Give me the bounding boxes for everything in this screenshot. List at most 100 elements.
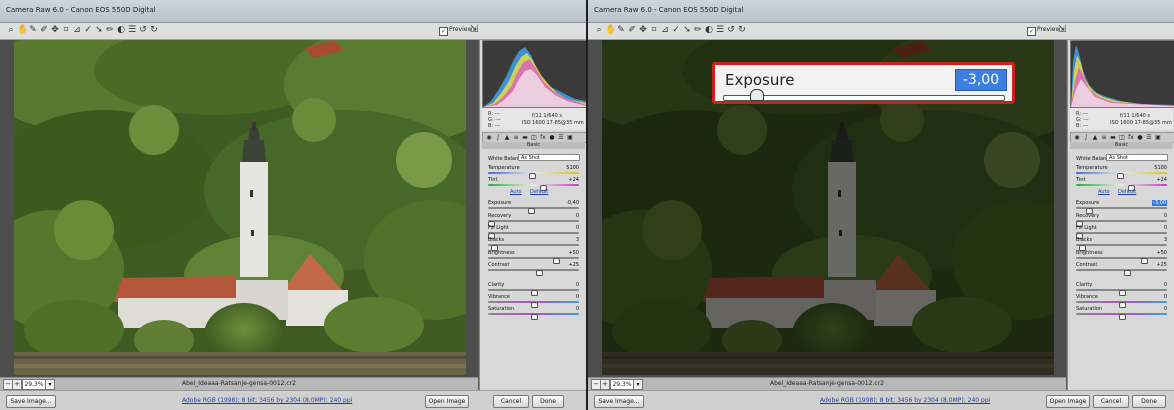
detail-tab-icon[interactable]: ▲ bbox=[1091, 134, 1099, 141]
slider-value-fill-light[interactable]: 0 bbox=[576, 225, 579, 231]
slider-thumb-contrast[interactable] bbox=[536, 270, 543, 276]
slider-thumb-clarity[interactable] bbox=[1119, 290, 1126, 296]
workflow-options-link[interactable]: Adobe RGB (1998); 8 bit; 3456 by 2304 (8… bbox=[182, 397, 352, 404]
white-balance-tool-icon[interactable]: ✎ bbox=[616, 25, 626, 36]
slider-value-clarity[interactable]: 0 bbox=[1164, 282, 1167, 288]
done-button[interactable]: Done bbox=[1132, 395, 1166, 408]
adjustment-brush-icon[interactable]: ✏ bbox=[105, 25, 115, 36]
spot-removal-icon[interactable]: ✓ bbox=[83, 25, 93, 36]
slider-value-brightness[interactable]: +50 bbox=[1156, 250, 1167, 256]
slider-value-vibrance[interactable]: 0 bbox=[1164, 294, 1167, 300]
straighten-tool-icon[interactable]: ⊿ bbox=[72, 25, 82, 36]
cancel-button[interactable]: Cancel bbox=[493, 395, 529, 408]
slider-value-tint[interactable]: +24 bbox=[568, 177, 579, 183]
slider-thumb-clarity[interactable] bbox=[531, 290, 538, 296]
adjustment-brush-icon[interactable]: ✏ bbox=[693, 25, 703, 36]
slider-value-fill-light[interactable]: 0 bbox=[1164, 225, 1167, 231]
open-image-button[interactable]: Open Image bbox=[425, 395, 469, 408]
targeted-adjustment-icon[interactable]: ✥ bbox=[50, 25, 60, 36]
cancel-button[interactable]: Cancel bbox=[1093, 395, 1129, 408]
snapshots-tab-icon[interactable]: ▣ bbox=[1154, 134, 1162, 141]
preview-checkbox[interactable]: ✓ bbox=[439, 27, 448, 36]
color-sampler-icon[interactable]: ✐ bbox=[39, 25, 49, 36]
white-balance-select[interactable]: As Shot bbox=[518, 154, 580, 161]
slider-value-tint[interactable]: +24 bbox=[1156, 177, 1167, 183]
red-eye-icon[interactable]: ➘ bbox=[682, 25, 692, 36]
camera-calibration-tab-icon[interactable]: ● bbox=[1136, 134, 1144, 141]
slider-track-recovery[interactable] bbox=[1076, 220, 1167, 222]
rotate-right-icon[interactable]: ↻ bbox=[737, 25, 747, 36]
crop-tool-icon[interactable]: ⌗ bbox=[61, 25, 71, 36]
slider-thumb-exposure[interactable] bbox=[528, 208, 535, 214]
slider-value-blacks[interactable]: 3 bbox=[576, 237, 579, 243]
slider-value-saturation[interactable]: 0 bbox=[576, 306, 579, 312]
slider-thumb-brightness[interactable] bbox=[1141, 258, 1148, 264]
targeted-adjustment-icon[interactable]: ✥ bbox=[638, 25, 648, 36]
open-image-button[interactable]: Open Image bbox=[1046, 395, 1090, 408]
auto-link[interactable]: Auto bbox=[510, 189, 522, 195]
effects-tab-icon[interactable]: fx bbox=[539, 134, 547, 141]
slider-track-fill-light[interactable] bbox=[488, 232, 579, 234]
slider-track-recovery[interactable] bbox=[488, 220, 579, 222]
tone-curve-tab-icon[interactable]: ∫ bbox=[1082, 134, 1090, 141]
slider-value-recovery[interactable]: 0 bbox=[576, 213, 579, 219]
auto-link[interactable]: Auto bbox=[1098, 189, 1110, 195]
slider-thumb-saturation[interactable] bbox=[531, 314, 538, 320]
camera-calibration-tab-icon[interactable]: ● bbox=[548, 134, 556, 141]
slider-track-blacks[interactable] bbox=[1076, 244, 1167, 246]
slider-value-contrast[interactable]: +25 bbox=[568, 262, 579, 268]
slider-track-contrast[interactable] bbox=[1076, 269, 1167, 271]
effects-tab-icon[interactable]: fx bbox=[1127, 134, 1135, 141]
lens-corrections-tab-icon[interactable]: ◫ bbox=[1118, 134, 1126, 141]
slider-value-brightness[interactable]: +50 bbox=[568, 250, 579, 256]
image-canvas[interactable] bbox=[0, 40, 478, 377]
tone-curve-tab-icon[interactable]: ∫ bbox=[494, 134, 502, 141]
basic-tab-icon[interactable]: ◉ bbox=[485, 134, 493, 141]
exposure-slider-track[interactable] bbox=[723, 95, 1005, 101]
slider-track-tint[interactable] bbox=[1076, 184, 1167, 186]
hand-tool-icon[interactable]: ✋ bbox=[17, 25, 28, 36]
hsl-tab-icon[interactable]: ≡ bbox=[1100, 134, 1108, 141]
default-link[interactable]: Default bbox=[1118, 189, 1136, 195]
fullscreen-icon[interactable]: ⇲ bbox=[1056, 24, 1068, 36]
slider-track-blacks[interactable] bbox=[488, 244, 579, 246]
slider-thumb-temperature[interactable] bbox=[529, 173, 536, 179]
workflow-options-link[interactable]: Adobe RGB (1998); 8 bit; 3456 by 2304 (8… bbox=[820, 397, 990, 404]
slider-thumb-vibrance[interactable] bbox=[531, 302, 538, 308]
slider-value-temperature[interactable]: 5100 bbox=[566, 165, 579, 171]
graduated-filter-icon[interactable]: ◐ bbox=[704, 25, 714, 36]
exposure-slider-thumb[interactable] bbox=[750, 89, 764, 101]
slider-thumb-saturation[interactable] bbox=[1119, 314, 1126, 320]
preferences-icon[interactable]: ☰ bbox=[715, 25, 725, 36]
white-balance-select[interactable]: As Shot bbox=[1106, 154, 1168, 161]
white-balance-tool-icon[interactable]: ✎ bbox=[28, 25, 38, 36]
color-sampler-icon[interactable]: ✐ bbox=[627, 25, 637, 36]
exposure-value-field[interactable]: -3,00 bbox=[955, 69, 1007, 91]
save-image-button[interactable]: Save Image... bbox=[6, 395, 56, 408]
presets-tab-icon[interactable]: ☰ bbox=[557, 134, 565, 141]
slider-value-exposure[interactable]: -0,40 bbox=[566, 200, 579, 206]
default-link[interactable]: Default bbox=[530, 189, 548, 195]
done-button[interactable]: Done bbox=[532, 395, 564, 408]
slider-value-vibrance[interactable]: 0 bbox=[576, 294, 579, 300]
slider-thumb-vibrance[interactable] bbox=[1119, 302, 1126, 308]
slider-value-blacks[interactable]: 3 bbox=[1164, 237, 1167, 243]
slider-value-exposure[interactable]: -3,00 bbox=[1152, 200, 1167, 206]
slider-track-brightness[interactable] bbox=[1076, 257, 1167, 259]
slider-value-temperature[interactable]: 5100 bbox=[1154, 165, 1167, 171]
slider-value-saturation[interactable]: 0 bbox=[1164, 306, 1167, 312]
slider-track-contrast[interactable] bbox=[488, 269, 579, 271]
basic-tab-icon[interactable]: ◉ bbox=[1073, 134, 1081, 141]
save-image-button[interactable]: Save Image... bbox=[594, 395, 644, 408]
zoom-tool-icon[interactable]: ⌕ bbox=[594, 25, 604, 36]
presets-tab-icon[interactable]: ☰ bbox=[1145, 134, 1153, 141]
rotate-right-icon[interactable]: ↻ bbox=[149, 25, 159, 36]
red-eye-icon[interactable]: ➘ bbox=[94, 25, 104, 36]
slider-thumb-temperature[interactable] bbox=[1117, 173, 1124, 179]
hsl-tab-icon[interactable]: ≡ bbox=[512, 134, 520, 141]
slider-track-tint[interactable] bbox=[488, 184, 579, 186]
crop-tool-icon[interactable]: ⌗ bbox=[649, 25, 659, 36]
fullscreen-icon[interactable]: ⇲ bbox=[468, 24, 480, 36]
slider-thumb-brightness[interactable] bbox=[553, 258, 560, 264]
straighten-tool-icon[interactable]: ⊿ bbox=[660, 25, 670, 36]
